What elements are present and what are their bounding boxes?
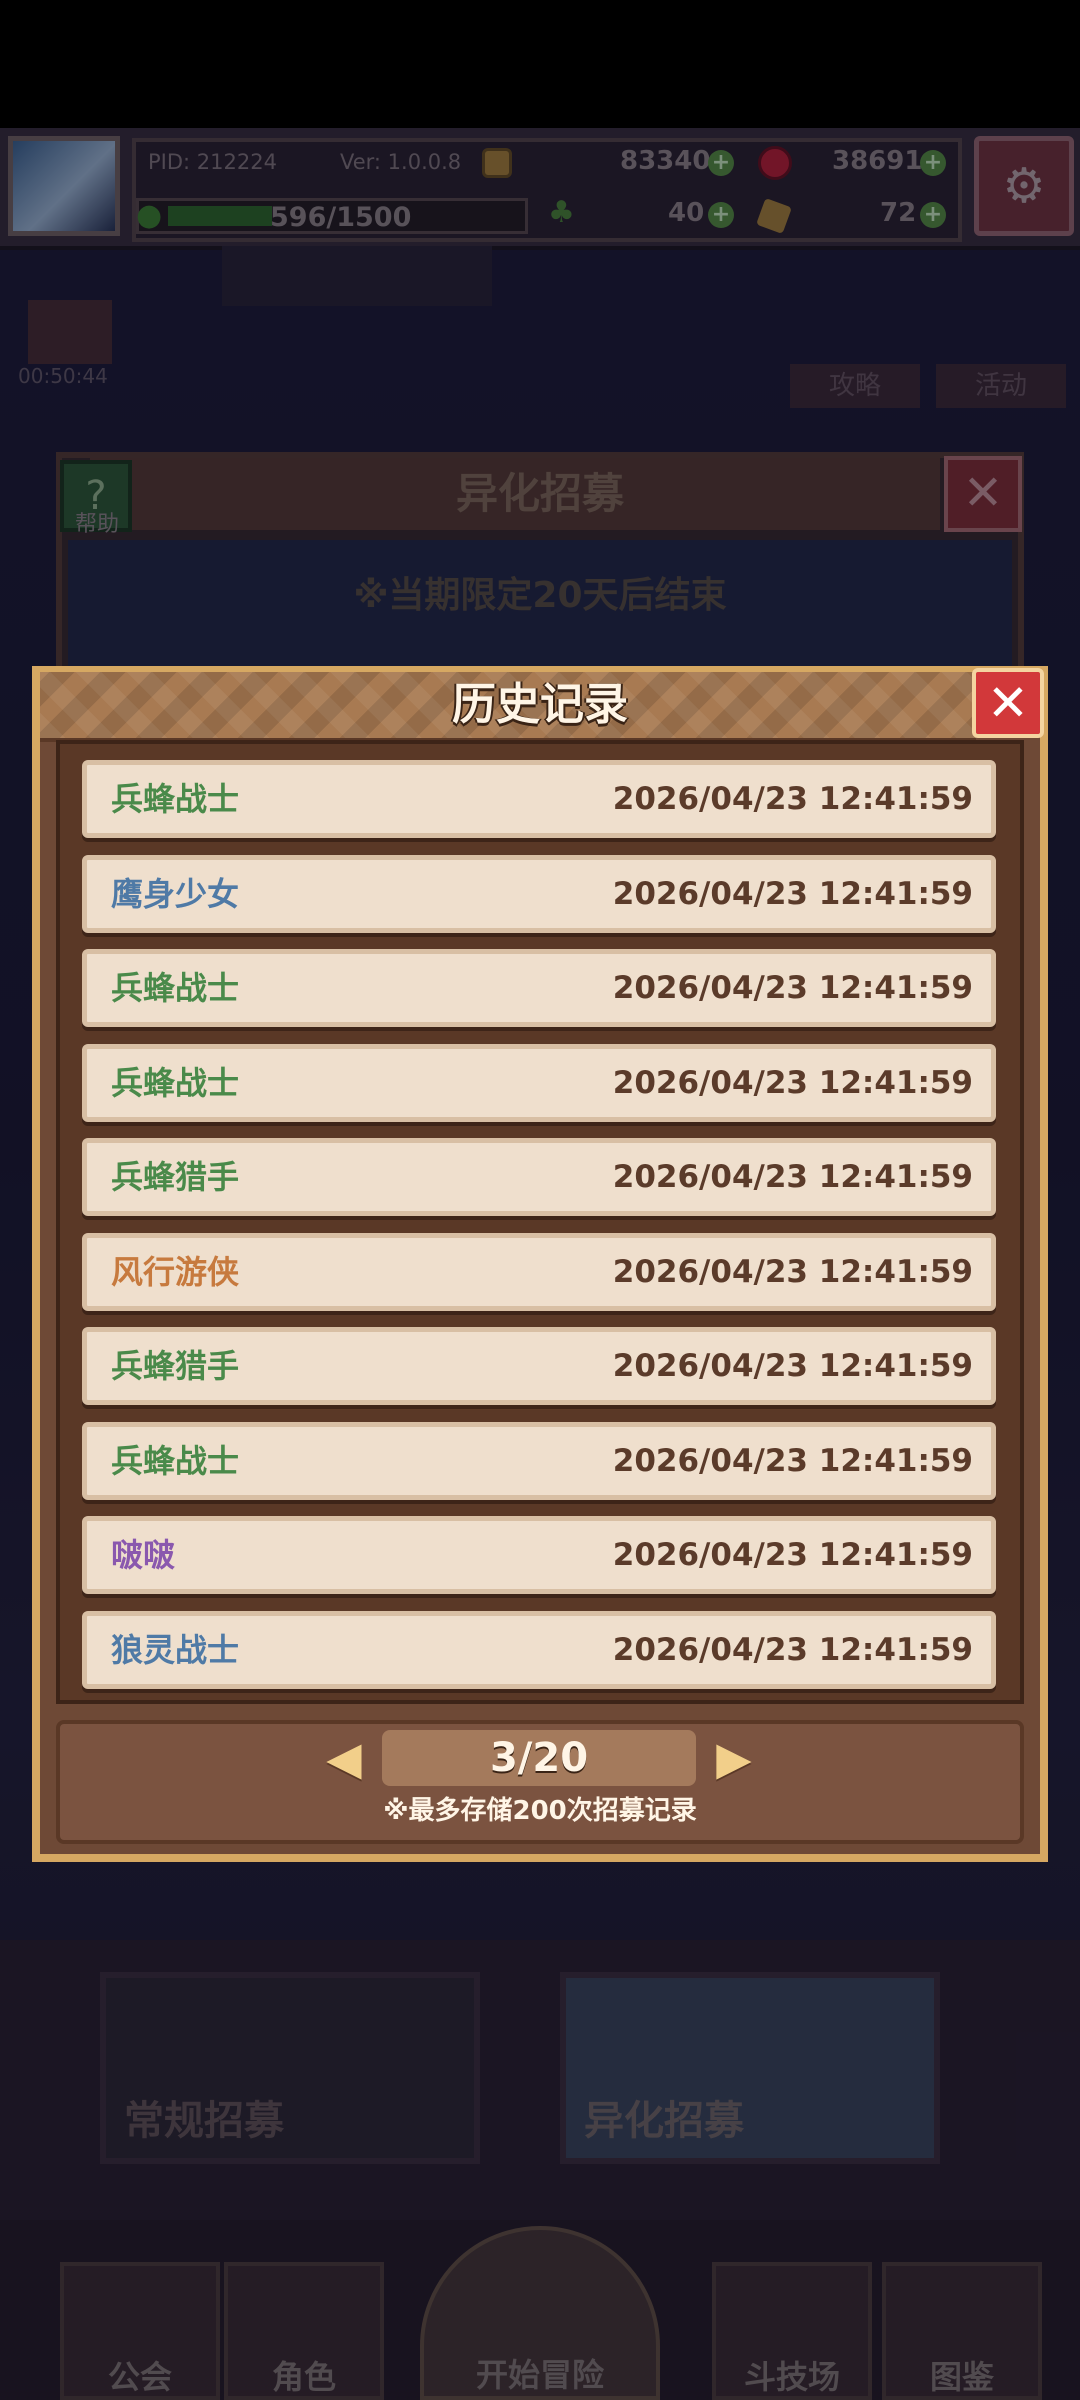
recruit-time: 2026/04/23 12:41:59 xyxy=(612,1631,973,1668)
history-row: 兵蜂猎手 2026/04/23 12:41:59 xyxy=(82,1327,996,1405)
history-row: 兵蜂战士 2026/04/23 12:41:59 xyxy=(82,1421,996,1500)
recruit-name: 狼灵战士 xyxy=(111,1630,240,1669)
recruit-time: 2026/04/23 12:41:59 xyxy=(612,1159,973,1195)
prev-page-button[interactable]: ◀ xyxy=(320,1730,368,1786)
history-row: 鹰身少女 2026/04/23 12:41:59 xyxy=(82,854,996,933)
recruit-time: 2026/04/23 12:41:59 xyxy=(612,970,973,1006)
page-number: 3/20 xyxy=(489,1735,589,1781)
recruit-time: 2026/04/23 12:41:59 xyxy=(612,1064,973,1101)
storage-note: ※最多存储200次招募记录 xyxy=(383,1796,697,1826)
history-row: 兵蜂战士 2026/04/23 12:41:59 xyxy=(82,949,996,1027)
history-row: 啵啵 2026/04/23 12:41:59 xyxy=(82,1516,996,1594)
recruit-name: 兵蜂猎手 xyxy=(111,1347,240,1385)
history-row: 风行游侠 2026/04/23 12:41:59 xyxy=(82,1232,996,1311)
history-row: 兵蜂猎手 2026/04/23 12:41:59 xyxy=(82,1138,996,1216)
recruit-name: 兵蜂战士 xyxy=(111,1063,240,1102)
history-row: 狼灵战士 2026/04/23 12:41:59 xyxy=(82,1610,996,1689)
recruit-name: 兵蜂战士 xyxy=(111,780,240,818)
recruit-time: 2026/04/23 12:41:59 xyxy=(612,1537,973,1573)
recruit-time: 2026/04/23 12:41:59 xyxy=(612,781,973,817)
recruit-name: 兵蜂战士 xyxy=(111,1441,240,1480)
recruit-time: 2026/04/23 12:41:59 xyxy=(612,1348,973,1384)
status-bar xyxy=(0,0,1080,128)
recruit-name: 风行游侠 xyxy=(111,1252,240,1291)
history-row: 兵蜂战士 2026/04/23 12:41:59 xyxy=(82,760,996,838)
recruit-time: 2026/04/23 12:41:59 xyxy=(612,1253,973,1290)
recruit-name: 啵啵 xyxy=(111,1536,176,1574)
recruit-time: 2026/04/23 12:41:59 xyxy=(612,1442,973,1479)
next-page-button[interactable]: ▶ xyxy=(710,1730,758,1786)
close-icon: ✕ xyxy=(987,674,1029,732)
recruit-name: 鹰身少女 xyxy=(111,874,240,913)
history-title: 历史记录 xyxy=(452,679,628,730)
recruit-time: 2026/04/23 12:41:59 xyxy=(612,875,973,912)
recruit-name: 兵蜂战士 xyxy=(111,969,240,1007)
history-row: 兵蜂战士 2026/04/23 12:41:59 xyxy=(82,1043,996,1122)
recruit-name: 兵蜂猎手 xyxy=(111,1158,240,1196)
